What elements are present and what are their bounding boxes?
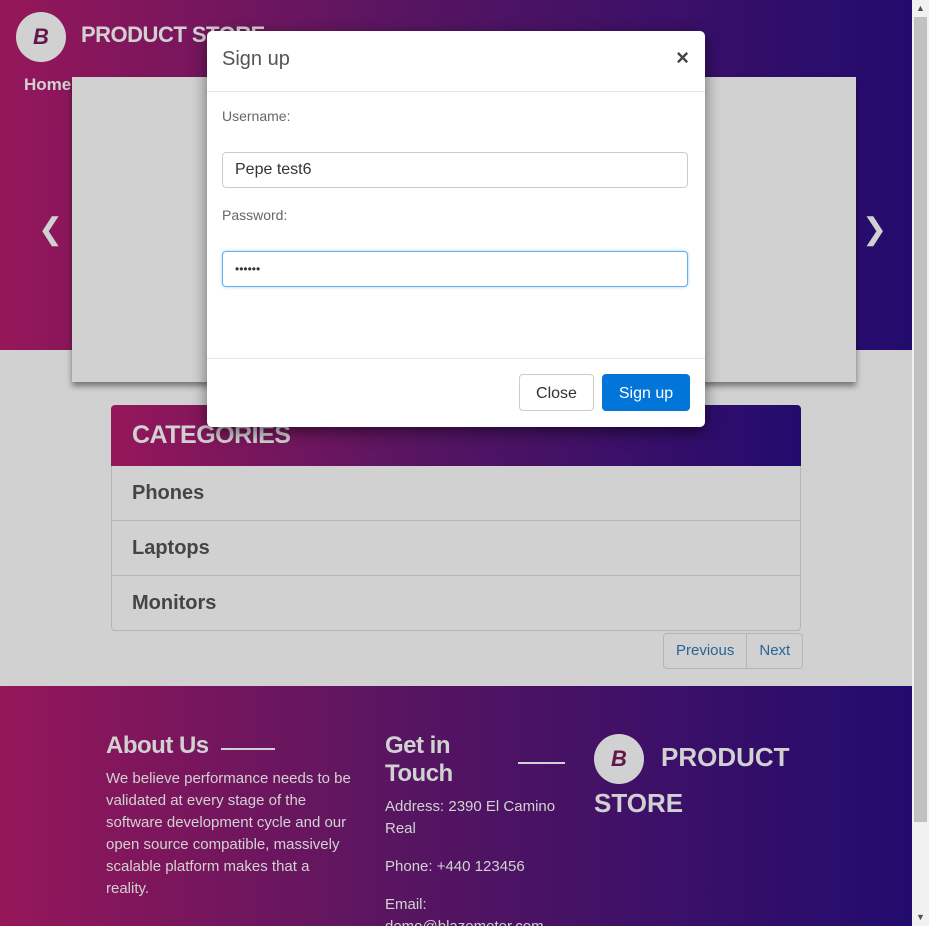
page: B PRODUCT STORE Home ❮ ❯ CATEGORIES Phon… [0, 0, 912, 926]
scroll-down-icon[interactable]: ▼ [912, 909, 929, 926]
signup-button[interactable]: Sign up [602, 374, 690, 411]
password-input[interactable]: •••••• [222, 251, 688, 287]
scroll-up-icon[interactable]: ▲ [912, 0, 929, 17]
scroll-thumb[interactable] [914, 17, 927, 822]
close-button[interactable]: Close [519, 374, 594, 411]
vertical-scrollbar[interactable]: ▲ ▼ [912, 0, 929, 926]
close-icon[interactable]: × [676, 45, 689, 71]
signup-modal: Sign up × Username: Password: •••••• Clo… [207, 31, 705, 427]
password-label: Password: [222, 207, 288, 223]
username-label: Username: [222, 108, 291, 124]
modal-title: Sign up [222, 48, 290, 70]
modal-footer: Close Sign up [207, 358, 705, 427]
modal-header: Sign up × [207, 31, 705, 92]
username-input[interactable] [222, 152, 688, 188]
